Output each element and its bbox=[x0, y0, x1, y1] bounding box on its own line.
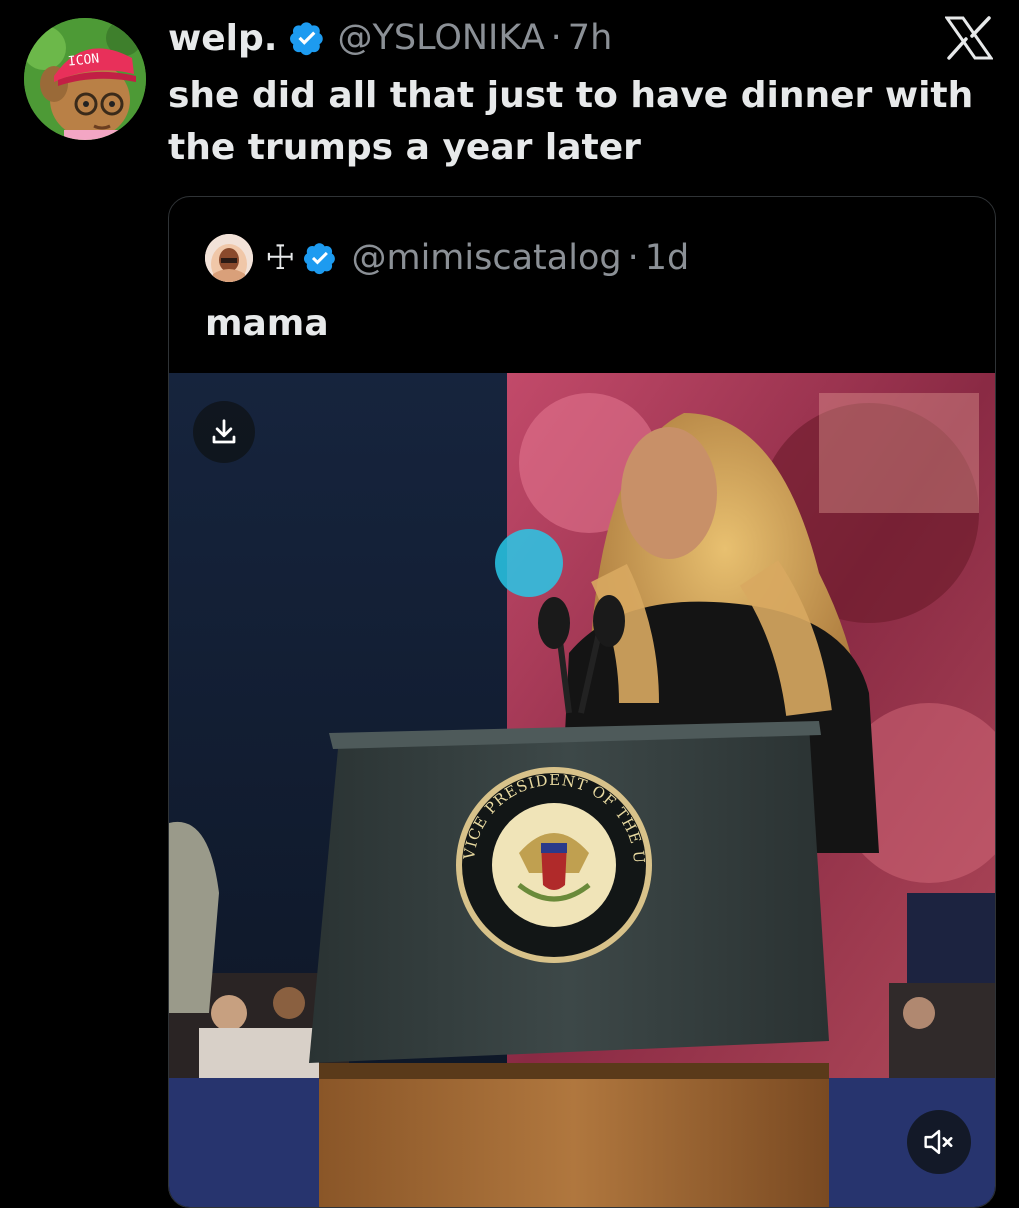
quoted-author-avatar[interactable] bbox=[205, 234, 253, 282]
verified-badge-icon bbox=[289, 20, 325, 56]
quoted-author-name-symbol[interactable]: ☩ bbox=[265, 238, 295, 278]
download-icon bbox=[212, 419, 236, 444]
quoted-tweet-text: mama bbox=[205, 303, 329, 344]
x-logo-icon bbox=[944, 16, 994, 60]
download-button[interactable] bbox=[193, 401, 255, 463]
tweet-header: welp. @YSLONIKA · 7h bbox=[168, 14, 612, 62]
tweet-timestamp[interactable]: 7h bbox=[568, 18, 612, 58]
video-player[interactable]: VICE PRESIDENT OF THE UNITED STATES bbox=[169, 373, 995, 1207]
tweet-text: she did all that just to have dinner wit… bbox=[168, 75, 974, 168]
quoted-author-handle[interactable]: @mimiscatalog bbox=[351, 238, 621, 278]
quoted-tweet-timestamp[interactable]: 1d bbox=[645, 238, 690, 278]
speaker-muted-icon bbox=[924, 1129, 953, 1155]
separator-dot: · bbox=[627, 238, 639, 278]
author-avatar[interactable]: ICON bbox=[24, 18, 146, 140]
author-handle[interactable]: @YSLONIKA bbox=[337, 18, 544, 58]
quoted-tweet-card[interactable]: ☩ @mimiscatalog · 1d mama VICE PRESIDENT… bbox=[168, 196, 996, 1208]
quoted-tweet-header: ☩ @mimiscatalog · 1d bbox=[205, 233, 689, 283]
separator-dot: · bbox=[550, 18, 562, 58]
mute-toggle-button[interactable] bbox=[907, 1110, 971, 1174]
author-name[interactable]: welp. bbox=[168, 18, 277, 59]
verified-badge-icon bbox=[303, 241, 337, 275]
